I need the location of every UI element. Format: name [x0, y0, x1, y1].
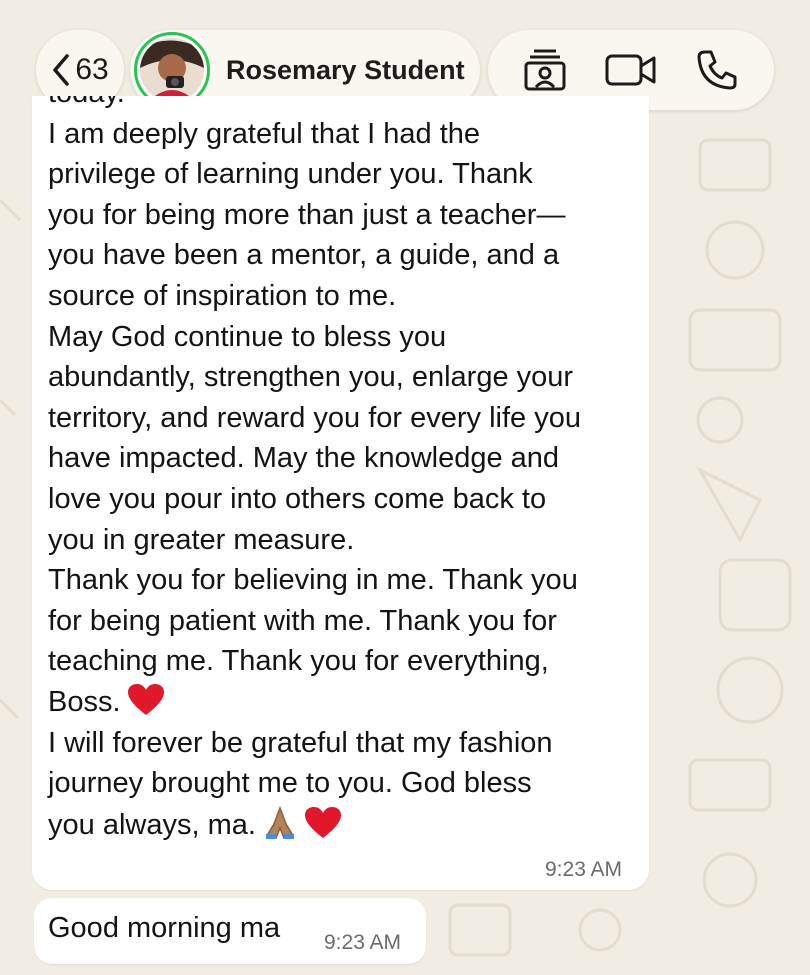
message-line: privilege of learning under you. Thank: [48, 158, 533, 191]
red-heart-icon: [304, 806, 341, 838]
message-line: teaching me. Thank you for everything,: [48, 645, 549, 678]
video-camera-icon: [605, 54, 656, 86]
message-line: abundantly, strengthen you, enlarge your: [48, 361, 574, 394]
message-line: May God continue to bless you: [48, 320, 447, 353]
contact-name: Rosemary Student: [226, 54, 465, 85]
video-call-button[interactable]: [603, 42, 659, 98]
message-line: I will forever be grateful that my fashi…: [48, 726, 553, 759]
message-text: today. I am deeply grateful that I had t…: [48, 96, 648, 844]
message-line: Boss.: [48, 682, 648, 723]
message-line: Thank you for believing in me. Thank you: [48, 564, 578, 597]
red-heart-icon: [127, 683, 164, 715]
message-line: journey brought me to you. God bless: [48, 767, 532, 800]
chevron-left-icon: [53, 54, 70, 86]
message-line: you for being more than just a teacher—: [48, 198, 566, 231]
phone-icon: [697, 50, 737, 90]
message-bubble[interactable]: Good morning ma 9:23 AM: [34, 898, 426, 964]
contact-card-button[interactable]: [517, 42, 573, 98]
message-line: have impacted. May the knowledge and: [48, 442, 560, 475]
message-timestamp: 9:23 AM: [545, 858, 623, 881]
voice-call-button[interactable]: [689, 42, 745, 98]
message-line: you in greater measure.: [48, 523, 355, 556]
avatar-image: [140, 38, 204, 102]
message-line: you always, ma.: [48, 804, 648, 845]
folded-hands-icon: [265, 805, 294, 839]
message-timestamp: 9:23 AM: [324, 931, 402, 954]
message-line-text: you always, ma.: [48, 808, 256, 841]
message-line: love you pour into others come back to: [48, 482, 547, 515]
message-line: I am deeply grateful that I had the: [48, 117, 481, 150]
message-line: territory, and reward you for every life…: [48, 401, 581, 434]
message-bubble[interactable]: today. I am deeply grateful that I had t…: [32, 96, 649, 890]
message-line: today.: [48, 96, 648, 114]
message-line-text: Boss.: [48, 685, 121, 718]
contact-card-icon: [524, 49, 566, 91]
message-line: source of inspiration to me.: [48, 279, 397, 312]
message-text: Good morning ma: [48, 912, 281, 944]
message-line: for being patient with me. Thank you for: [48, 604, 557, 637]
message-line: you have been a mentor, a guide, and a: [48, 239, 560, 272]
unread-count: 63: [75, 53, 109, 86]
